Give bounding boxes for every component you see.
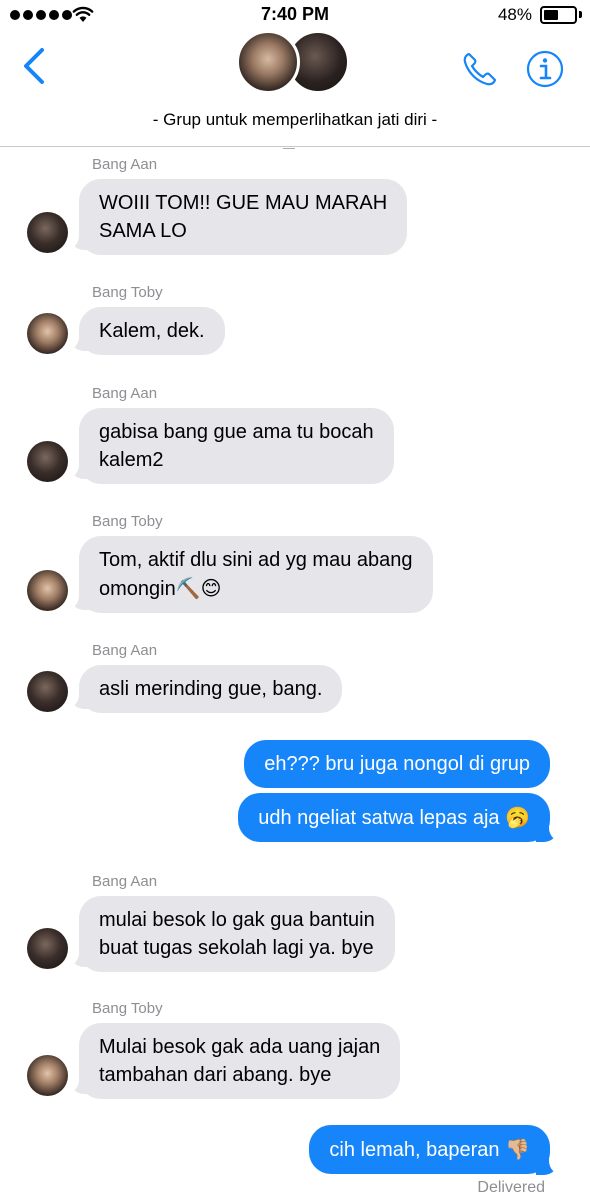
message-bubble-sent[interactable]: cih lemah, baperan 👎🏼 bbox=[309, 1125, 550, 1174]
message-bubble[interactable]: Tom, aktif dlu sini ad yg mau abang omon… bbox=[79, 536, 433, 613]
sender-name: Bang Aan bbox=[92, 873, 158, 890]
status-bar: 7:40 PM 48% bbox=[0, 0, 590, 30]
message-bubble-sent[interactable]: udh ngeliat satwa lepas aja 🥱 bbox=[238, 793, 550, 842]
sender-name: Bang Toby bbox=[92, 513, 163, 530]
message-text: omongin bbox=[99, 578, 176, 600]
group-avatar[interactable] bbox=[236, 30, 356, 100]
sender-name: Bang Aan bbox=[92, 642, 158, 659]
info-button[interactable] bbox=[526, 50, 564, 88]
message-text: Mulai besok gak ada uang jajan bbox=[99, 1036, 381, 1058]
message-bubble[interactable]: mulai besok lo gak gua bantuin buat tuga… bbox=[79, 896, 395, 972]
back-button[interactable] bbox=[20, 46, 50, 86]
thumbs-down-emoji: 👎🏼 bbox=[505, 1137, 530, 1161]
message-bubble[interactable]: Mulai besok gak ada uang jajan tambahan … bbox=[79, 1023, 401, 1099]
message-text: buat tugas sekolah lagi ya. bye bbox=[99, 937, 374, 959]
avatar[interactable] bbox=[27, 671, 68, 712]
yawn-emoji: 🥱 bbox=[505, 805, 530, 829]
member-avatar-toby bbox=[236, 30, 300, 94]
message-bubble[interactable]: WOIII TOM!! GUE MAU MARAH SAMA LO bbox=[79, 179, 408, 255]
battery-percent: 48% bbox=[497, 5, 532, 24]
sender-name: Bang Aan bbox=[92, 385, 158, 402]
message-text: gabisa bang gue ama tu bocah bbox=[99, 421, 374, 443]
message-text: WOIII TOM!! GUE MAU MARAH bbox=[99, 192, 388, 214]
message-text: kalem2 bbox=[99, 449, 164, 471]
message-text: Tom, aktif dlu sini ad yg mau abang bbox=[99, 549, 413, 571]
message-text: cih lemah, baperan bbox=[329, 1139, 500, 1161]
info-icon bbox=[526, 50, 564, 88]
message-bubble[interactable]: asli merinding gue, bang. bbox=[79, 665, 343, 713]
sender-name: Bang Aan bbox=[92, 156, 158, 173]
sender-name: Bang Toby bbox=[92, 1000, 163, 1017]
conversation-header: - Grup untuk memperlihatkan jati diri - bbox=[0, 30, 590, 147]
avatar[interactable] bbox=[27, 570, 68, 611]
avatar[interactable] bbox=[27, 1055, 68, 1096]
call-button[interactable] bbox=[461, 50, 499, 88]
message-text-line: udh ngeliat satwa lepas aja 🥱 bbox=[258, 803, 530, 832]
message-thread[interactable]: Bang Aan WOIII TOM!! GUE MAU MARAH SAMA … bbox=[0, 147, 590, 1200]
message-text: asli merinding gue, bang. bbox=[99, 678, 323, 700]
battery-icon bbox=[540, 6, 577, 24]
message-text: SAMA LO bbox=[99, 220, 187, 242]
avatar[interactable] bbox=[27, 441, 68, 482]
message-text-line: omongin⛏️😊 bbox=[99, 574, 413, 603]
message-text: mulai besok lo gak gua bantuin bbox=[99, 909, 375, 931]
pick-smile-emoji: ⛏️😊 bbox=[175, 576, 222, 600]
message-bubble-sent[interactable]: eh??? bru juga nongol di grup bbox=[244, 740, 550, 788]
scroll-indicator bbox=[283, 147, 295, 149]
phone-icon bbox=[463, 52, 497, 86]
message-text: Kalem, dek. bbox=[99, 320, 205, 342]
sender-name: Bang Toby bbox=[92, 284, 163, 301]
back-chevron-icon bbox=[24, 48, 44, 84]
message-bubble[interactable]: Kalem, dek. bbox=[79, 307, 225, 355]
message-text: tambahan dari abang. bye bbox=[99, 1064, 332, 1086]
message-text-line: cih lemah, baperan 👎🏼 bbox=[329, 1135, 530, 1164]
group-name[interactable]: - Grup untuk memperlihatkan jati diri - bbox=[0, 110, 590, 130]
message-text: udh ngeliat satwa lepas aja bbox=[258, 807, 500, 829]
avatar[interactable] bbox=[27, 928, 68, 969]
battery-tip bbox=[579, 11, 582, 18]
avatar[interactable] bbox=[27, 313, 68, 354]
delivered-status: Delivered bbox=[477, 1179, 545, 1196]
avatar[interactable] bbox=[27, 212, 68, 253]
message-text: eh??? bru juga nongol di grup bbox=[264, 753, 530, 775]
message-bubble[interactable]: gabisa bang gue ama tu bocah kalem2 bbox=[79, 408, 394, 484]
